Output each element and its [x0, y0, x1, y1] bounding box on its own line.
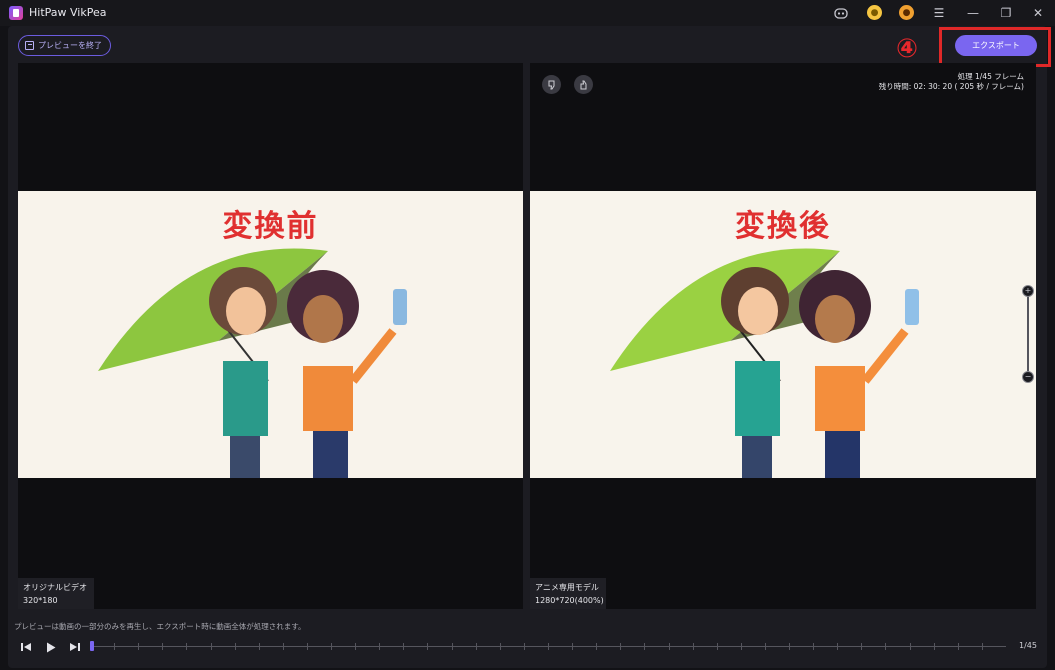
user-icon[interactable]: ● [899, 5, 914, 20]
end-preview-button[interactable]: プレビューを終了 [18, 35, 111, 56]
timeline-tick [596, 643, 597, 650]
timeline-tick [186, 643, 187, 650]
enhanced-model-name: アニメ専用モデル [535, 583, 599, 592]
previous-frame-icon[interactable] [19, 640, 33, 654]
restore-icon[interactable]: ❐ [997, 4, 1015, 22]
play-icon[interactable] [44, 640, 58, 654]
timeline-tick [427, 643, 428, 650]
timeline-ticks [90, 643, 1006, 650]
zoom-track[interactable] [1027, 295, 1029, 373]
next-frame-icon[interactable] [68, 640, 82, 654]
processing-status: 処理 1/45 フレーム 残り時間: 02: 30: 20 ( 205 秒 / … [879, 72, 1024, 92]
timeline-tick [741, 643, 742, 650]
timeline-tick [500, 643, 501, 650]
timeline-tick [837, 643, 838, 650]
enhanced-preview-panel: 処理 1/45 フレーム 残り時間: 02: 30: 20 ( 205 秒 / … [530, 63, 1036, 609]
timeline-tick [717, 643, 718, 650]
thumbs-up-icon[interactable] [574, 75, 593, 94]
title-bar: HitPaw VikPea ● ● ☰ — ❐ ✕ [0, 0, 1055, 26]
thumbs-down-icon[interactable] [542, 75, 561, 94]
minimize-icon[interactable]: — [964, 4, 982, 22]
frame-counter: 1/45 [1019, 641, 1037, 650]
exit-icon [25, 41, 34, 50]
timeline-tick [403, 643, 404, 650]
app-logo-icon [9, 6, 23, 20]
enhanced-resolution: 1280*720(400%) [535, 596, 604, 605]
enhanced-caption: アニメ専用モデル 1280*720(400%) [530, 578, 606, 609]
preview-hint-text: プレビューは動画の一部分のみを再生し、エクスポート時に動画全体が処理されます。 [14, 622, 306, 631]
timeline-tick [524, 643, 525, 650]
timeline-tick [211, 643, 212, 650]
timeline-tick [765, 643, 766, 650]
timeline-tick [982, 643, 983, 650]
enhanced-video-frame: 変換後 [530, 191, 1036, 478]
timeline-tick [138, 643, 139, 650]
timeline-tick [910, 643, 911, 650]
timeline-tick [934, 643, 935, 650]
original-preview-panel: 変換前 オリジナルビデオ 320*180 [18, 63, 523, 609]
zoom-slider[interactable]: + − [1022, 285, 1034, 383]
playhead[interactable] [90, 641, 94, 651]
original-model-name: オリジナルビデオ [23, 583, 87, 592]
remaining-time-text: 残り時間: 02: 30: 20 ( 205 秒 / フレーム) [878, 82, 1024, 91]
timeline-tick [331, 643, 332, 650]
frame-progress-text: 処理 1/45 フレーム [957, 72, 1024, 81]
timeline-tick [259, 643, 260, 650]
after-overlay-label: 変換後 [735, 209, 831, 244]
menu-icon[interactable]: ☰ [930, 4, 948, 22]
timeline-tick [114, 643, 115, 650]
timeline-tick [620, 643, 621, 650]
callout-number: ④ [895, 34, 918, 64]
timeline-tick [644, 643, 645, 650]
timeline-tick [693, 643, 694, 650]
close-icon[interactable]: ✕ [1029, 4, 1047, 22]
coin-icon[interactable]: ● [867, 5, 882, 20]
timeline-tick [813, 643, 814, 650]
timeline-tick [452, 643, 453, 650]
discord-icon[interactable] [832, 4, 850, 22]
app-title: HitPaw VikPea [29, 6, 107, 19]
original-caption: オリジナルビデオ 320*180 [18, 578, 94, 609]
timeline-tick [958, 643, 959, 650]
end-preview-label: プレビューを終了 [38, 41, 102, 50]
timeline-tick [669, 643, 670, 650]
timeline-tick [476, 643, 477, 650]
timeline-tick [885, 643, 886, 650]
export-button[interactable]: エクスポート [955, 35, 1037, 56]
original-resolution: 320*180 [23, 596, 58, 605]
timeline-scrubber[interactable] [90, 640, 1006, 652]
original-video-frame: 変換前 [18, 191, 523, 478]
timeline-tick [379, 643, 380, 650]
timeline-tick [861, 643, 862, 650]
timeline-tick [789, 643, 790, 650]
timeline-tick [307, 643, 308, 650]
timeline-tick [235, 643, 236, 650]
zoom-in-icon[interactable]: + [1022, 285, 1034, 297]
timeline-tick [355, 643, 356, 650]
timeline-tick [572, 643, 573, 650]
timeline-tick [283, 643, 284, 650]
timeline-tick [162, 643, 163, 650]
timeline-tick [548, 643, 549, 650]
zoom-out-icon[interactable]: − [1022, 371, 1034, 383]
before-overlay-label: 変換前 [222, 209, 319, 244]
